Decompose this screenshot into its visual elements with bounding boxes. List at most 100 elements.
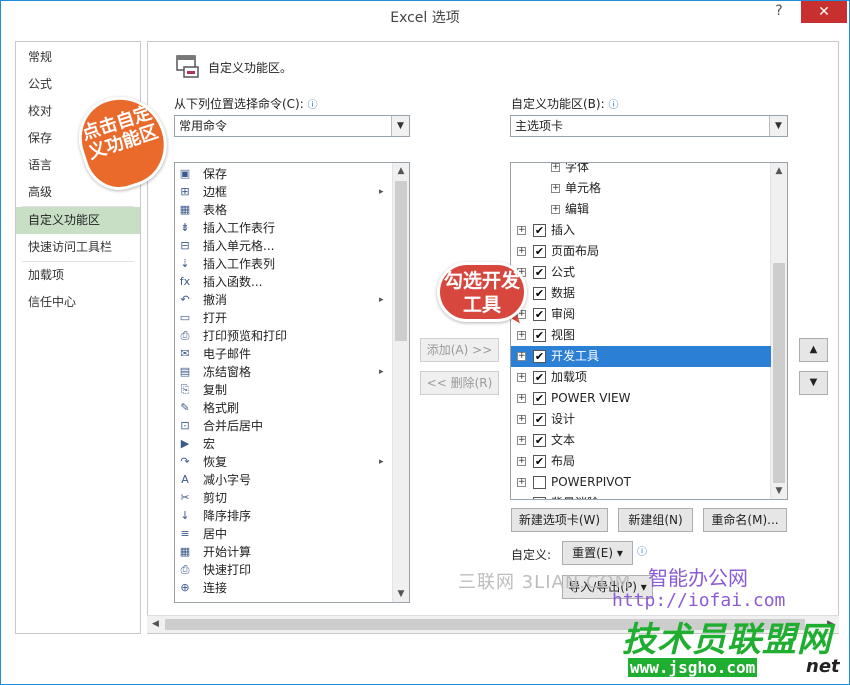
remove-button[interactable]: << 删除(R) <box>420 371 499 395</box>
nav-item-8[interactable]: 加载项 <box>16 262 140 289</box>
tree-checkbox[interactable]: ✔ <box>533 287 546 300</box>
expand-icon[interactable]: + <box>517 394 526 403</box>
tree-checkbox[interactable]: ✔ <box>533 413 546 426</box>
ribbon-tabs-combo[interactable]: 主选项卡 ▼ <box>510 115 788 137</box>
expand-icon[interactable]: + <box>518 499 526 500</box>
scroll-down-icon[interactable]: ▼ <box>771 483 787 499</box>
tree-item[interactable]: + ✔ 开发工具 <box>511 346 771 367</box>
command-item[interactable]: ▭ 打开 <box>175 309 395 327</box>
tree-checkbox[interactable] <box>533 476 546 489</box>
close-button[interactable]: ✕ <box>801 1 847 23</box>
scroll-left-icon[interactable]: ◀ <box>147 616 164 633</box>
tree-checkbox[interactable]: ✔ <box>533 266 546 279</box>
tree-item[interactable]: + ✔ 公式 <box>511 262 771 283</box>
tree-checkbox[interactable]: ✔ <box>533 434 546 447</box>
commands-list[interactable]: ▲ ▼ ▣ 保存 ⊞ 边框 ▸ ▦ 表格 ⇟ 插入工作表行 ⊟ 插入单元格... ⇣ 插入工作表列 fx 插… <box>174 162 410 603</box>
command-label: 冻结窗格 <box>203 365 252 379</box>
scroll-down-icon[interactable]: ▼ <box>393 586 409 602</box>
command-item[interactable]: ✉ 电子邮件 <box>175 345 395 363</box>
expand-icon[interactable]: + <box>551 163 560 172</box>
tree-item[interactable]: + ✔ 审阅 <box>511 304 771 325</box>
tree-item[interactable]: + ✔ 布局 <box>511 451 771 472</box>
tree-item[interactable]: + ✔ POWER VIEW <box>511 388 771 409</box>
tree-item[interactable]: + 字体 <box>511 163 771 178</box>
chevron-down-icon[interactable]: ▼ <box>769 116 787 136</box>
expand-icon[interactable]: + <box>517 247 526 256</box>
tree-checkbox[interactable]: ✔ <box>533 455 546 468</box>
command-item[interactable]: ⊞ 边框 ▸ <box>175 183 395 201</box>
scroll-thumb[interactable] <box>773 263 785 483</box>
expand-icon[interactable]: + <box>517 226 526 235</box>
command-item[interactable]: ↓ 降序排序 <box>175 507 395 525</box>
tree-scrollbar[interactable]: ▲ ▼ <box>770 163 787 499</box>
move-up-button[interactable]: ▲ <box>799 338 828 362</box>
command-item[interactable]: A 减小字号 <box>175 471 395 489</box>
command-item[interactable]: ⎙ 打印预览和打印 <box>175 327 395 345</box>
expand-icon[interactable]: + <box>517 457 526 466</box>
tree-checkbox[interactable]: ✔ <box>533 371 546 384</box>
expand-icon[interactable]: + <box>517 415 526 424</box>
tree-item[interactable]: + ✔ 背景消除 <box>511 493 771 500</box>
choose-commands-combo[interactable]: 常用命令 ▼ <box>174 115 410 137</box>
tree-item[interactable]: + ✔ 加载项 <box>511 367 771 388</box>
command-item[interactable]: ↷ 恢复 ▸ <box>175 453 395 471</box>
expand-icon[interactable]: + <box>551 184 560 193</box>
command-item[interactable]: fx 插入函数... <box>175 273 395 291</box>
nav-item-7[interactable]: 快速访问工具栏 <box>16 234 140 261</box>
tree-checkbox[interactable]: ✔ <box>533 245 546 258</box>
command-item[interactable]: ⊕ 连接 <box>175 579 395 597</box>
tree-item[interactable]: + ✔ 文本 <box>511 430 771 451</box>
expand-icon[interactable]: + <box>517 373 526 382</box>
tree-checkbox[interactable]: ✔ <box>533 350 546 363</box>
command-item[interactable]: ▶ 宏 <box>175 435 395 453</box>
help-button[interactable]: ? <box>769 3 789 23</box>
expand-icon[interactable]: + <box>517 436 526 445</box>
new-group-button[interactable]: 新建组(N) <box>618 508 693 532</box>
scroll-up-icon[interactable]: ▲ <box>393 163 409 179</box>
new-tab-button[interactable]: 新建选项卡(W) <box>511 508 608 532</box>
move-down-button[interactable]: ▼ <box>799 371 828 395</box>
nav-item-0[interactable]: 常规 <box>16 44 140 71</box>
ribbon-tree[interactable]: ▲ ▼ + 字体 + 单元格 + 编辑 + ✔ 插入 + ✔ 页面布局 + ✔ 公式 + ✔ 数据 + ✔ 审阅 + ✔ 视图… <box>510 162 788 500</box>
command-item[interactable]: ⎘ 复制 <box>175 381 395 399</box>
tree-item[interactable]: +✔数据 <box>511 283 771 304</box>
expand-icon[interactable]: + <box>517 478 526 487</box>
tree-checkbox[interactable]: ✔ <box>533 392 546 405</box>
tree-item[interactable]: + POWERPIVOT <box>511 472 771 493</box>
add-button[interactable]: 添加(A) >> <box>420 338 499 362</box>
scroll-thumb[interactable] <box>395 181 407 341</box>
tree-item[interactable]: + ✔ 插入 <box>511 220 771 241</box>
tree-checkbox[interactable]: ✔ <box>533 308 546 321</box>
tree-checkbox[interactable]: ✔ <box>533 224 546 237</box>
tree-item[interactable]: + 单元格 <box>511 178 771 199</box>
tree-checkbox[interactable]: ✔ <box>533 329 546 342</box>
scroll-up-icon[interactable]: ▲ <box>771 163 787 179</box>
command-item[interactable]: ⇣ 插入工作表列 <box>175 255 395 273</box>
command-item[interactable]: ↶ 撤消 ▸ <box>175 291 395 309</box>
command-item[interactable]: ✎ 格式刷 <box>175 399 395 417</box>
tree-item[interactable]: + 编辑 <box>511 199 771 220</box>
command-item[interactable]: ▦ 表格 <box>175 201 395 219</box>
expand-icon[interactable]: + <box>551 205 560 214</box>
nav-item-9[interactable]: 信任中心 <box>16 289 140 316</box>
command-item[interactable]: ▤ 冻结窗格 ▸ <box>175 363 395 381</box>
command-item[interactable]: ≡ 居中 <box>175 525 395 543</box>
command-item[interactable]: ✂ 剪切 <box>175 489 395 507</box>
command-item[interactable]: ⇟ 插入工作表行 <box>175 219 395 237</box>
command-item[interactable]: ⊟ 插入单元格... <box>175 237 395 255</box>
command-item[interactable]: ▦ 开始计算 <box>175 543 395 561</box>
nav-item-6[interactable]: 自定义功能区 <box>16 207 140 234</box>
tree-item[interactable]: + ✔ 设计 <box>511 409 771 430</box>
chevron-down-icon[interactable]: ▼ <box>391 116 409 136</box>
expand-icon[interactable]: + <box>517 331 526 340</box>
tree-checkbox[interactable]: ✔ <box>533 497 546 499</box>
command-item[interactable]: ⊡ 合并后居中 <box>175 417 395 435</box>
nav-item-1[interactable]: 公式 <box>16 71 140 98</box>
expand-icon[interactable]: + <box>517 352 526 361</box>
rename-button[interactable]: 重命名(M)... <box>703 508 787 532</box>
reset-button[interactable]: 重置(E) ▾ <box>562 541 633 565</box>
tree-item[interactable]: + ✔ 视图 <box>511 325 771 346</box>
tree-item[interactable]: + ✔ 页面布局 <box>511 241 771 262</box>
command-item[interactable]: ⎙ 快速打印 <box>175 561 395 579</box>
command-item[interactable]: ▣ 保存 <box>175 165 395 183</box>
